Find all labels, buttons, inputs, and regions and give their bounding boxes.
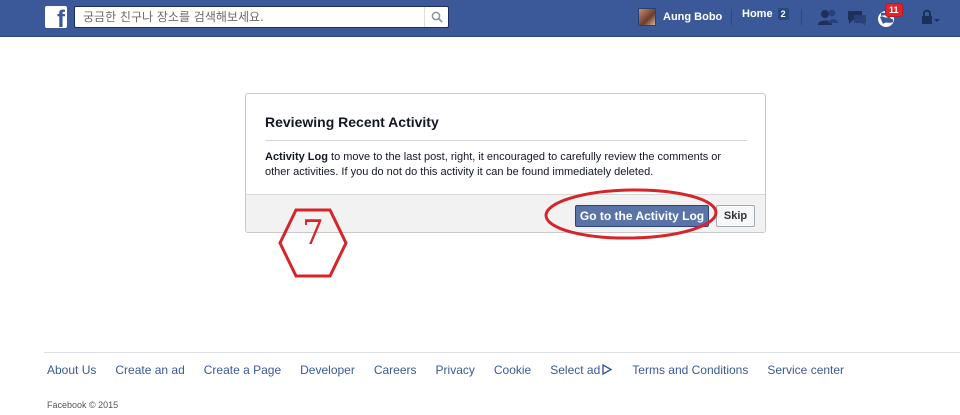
top-navigation-bar: f Aung Bobo Home 2 <box>0 0 960 37</box>
avatar <box>638 8 656 26</box>
footer-link-service-center[interactable]: Service center <box>767 363 844 377</box>
profile-name: Aung Bobo <box>663 11 723 23</box>
friend-requests-button[interactable] <box>816 7 840 29</box>
footer-link-about[interactable]: About Us <box>47 363 96 377</box>
activity-log-term: Activity Log <box>265 151 328 163</box>
go-to-activity-log-button[interactable]: Go to the Activity Log <box>575 205 709 227</box>
ad-choices-icon <box>602 363 613 376</box>
settings-menu-button[interactable] <box>918 7 942 29</box>
home-count-badge: 2 <box>777 8 789 20</box>
nav-divider <box>801 9 802 25</box>
dialog-title: Reviewing Recent Activity <box>265 114 439 130</box>
friends-icon <box>818 9 838 25</box>
skip-button[interactable]: Skip <box>716 205 755 227</box>
footer-link-create-page[interactable]: Create a Page <box>204 363 281 377</box>
footer-link-terms[interactable]: Terms and Conditions <box>632 363 748 377</box>
footer-link-select-ad[interactable]: Select ad <box>550 363 613 377</box>
search-input[interactable] <box>75 7 423 27</box>
footer-link-careers[interactable]: Careers <box>374 363 417 377</box>
lock-settings-icon <box>922 9 940 24</box>
messages-icon <box>848 11 866 26</box>
footer-links: About Us Create an ad Create a Page Deve… <box>47 363 844 377</box>
search-button[interactable] <box>424 7 448 27</box>
footer-link-create-ad[interactable]: Create an ad <box>115 363 184 377</box>
dialog-message: Activity Log to move to the last post, r… <box>265 150 745 180</box>
home-link[interactable]: Home 2 <box>742 8 789 20</box>
search-box <box>74 6 449 28</box>
footer-link-privacy[interactable]: Privacy <box>436 363 475 377</box>
review-activity-dialog: Reviewing Recent Activity Activity Log t… <box>245 93 766 233</box>
select-ad-label: Select ad <box>550 363 601 377</box>
home-label: Home <box>742 8 773 20</box>
messages-button[interactable] <box>845 7 869 29</box>
profile-link[interactable]: Aung Bobo <box>638 7 722 27</box>
copyright-text: Facebook © 2015 <box>47 400 119 410</box>
footer-link-developer[interactable]: Developer <box>300 363 355 377</box>
nav-divider <box>731 9 732 25</box>
dialog-message-text: to move to the last post, right, it enco… <box>265 151 722 178</box>
facebook-logo-icon[interactable]: f <box>45 6 67 28</box>
step-number-label: 7 <box>302 213 324 253</box>
dialog-divider <box>265 140 747 141</box>
notifications-count-badge: 11 <box>885 3 903 17</box>
search-icon <box>431 11 443 23</box>
footer-divider <box>44 352 960 353</box>
footer-link-cookie[interactable]: Cookie <box>494 363 531 377</box>
